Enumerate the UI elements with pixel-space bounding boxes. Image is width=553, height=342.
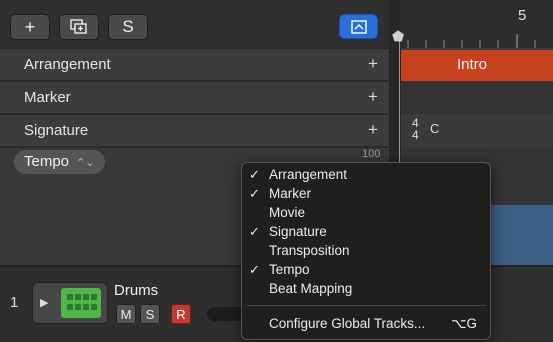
tempo-scale-value: 100 <box>362 148 381 160</box>
drum-machine-icon <box>61 288 101 318</box>
global-tracks-context-menu: ✓ Arrangement ✓ Marker Movie ✓ Signature… <box>241 162 491 340</box>
tempo-selector[interactable]: Tempo ⌃⌄ <box>14 150 105 174</box>
add-icon[interactable]: + <box>364 121 382 139</box>
region-highlight <box>491 205 553 265</box>
key-signature: C <box>430 121 440 136</box>
menu-item-shortcut: ⌥G <box>451 316 478 331</box>
checkmark-icon: ✓ <box>249 167 260 182</box>
playhead-icon[interactable]: ⬟ <box>392 28 404 45</box>
chevron-updown-icon: ⌃⌄ <box>76 157 95 169</box>
menu-item-label: Configure Global Tracks... <box>269 316 426 331</box>
menu-item-marker[interactable]: ✓ Marker <box>242 186 490 205</box>
solo-button[interactable]: S <box>140 304 160 324</box>
ruler-ticks <box>407 34 536 48</box>
menu-item-label: Arrangement <box>269 167 348 182</box>
menu-item-signature[interactable]: ✓ Signature <box>242 224 490 243</box>
duplicate-track-button[interactable] <box>59 14 99 40</box>
global-track-arrangement[interactable]: Arrangement + <box>0 48 390 80</box>
menu-item-label: Marker <box>269 186 312 201</box>
menu-item-label: Movie <box>269 205 306 220</box>
arrangement-region-label: Intro <box>457 56 488 73</box>
mute-button[interactable]: M <box>116 304 136 324</box>
show-global-tracks-button[interactable]: S <box>108 14 148 40</box>
menu-item-label: Transposition <box>269 243 350 258</box>
menu-separator <box>246 305 486 306</box>
window-icon <box>350 19 367 34</box>
menu-item-label: Tempo <box>269 262 310 277</box>
menu-item-transposition[interactable]: Transposition <box>242 243 490 262</box>
add-icon[interactable]: + <box>364 55 382 73</box>
bar-number: 5 <box>518 7 527 24</box>
checkmark-icon: ✓ <box>249 186 260 201</box>
checkmark-icon: ✓ <box>249 224 260 239</box>
menu-item-configure-global-tracks[interactable]: Configure Global Tracks... ⌥G <box>242 316 490 335</box>
duplicate-icon <box>70 19 87 34</box>
track-number: 1 <box>10 294 19 311</box>
menu-item-beat-mapping[interactable]: Beat Mapping <box>242 281 490 300</box>
menu-item-tempo[interactable]: ✓ Tempo <box>242 262 490 281</box>
tempo-selector-label: Tempo <box>24 153 70 170</box>
add-icon[interactable]: + <box>364 88 382 106</box>
menu-item-movie[interactable]: Movie <box>242 205 490 224</box>
record-enable-button[interactable]: R <box>171 304 191 324</box>
track-name[interactable]: Drums <box>114 282 158 299</box>
global-track-label: Marker <box>24 89 71 106</box>
menu-item-arrangement[interactable]: ✓ Arrangement <box>242 167 490 186</box>
global-track-label: Signature <box>24 122 89 139</box>
time-signature-denominator: 4 <box>412 128 419 142</box>
add-track-button[interactable]: + <box>10 14 50 40</box>
marker-lane <box>401 81 553 114</box>
catch-view-button[interactable] <box>339 14 378 39</box>
menu-item-label: Beat Mapping <box>269 281 353 296</box>
signature-lane <box>401 114 553 147</box>
global-track-label: Arrangement <box>24 56 111 73</box>
global-track-signature[interactable]: Signature + <box>0 114 390 146</box>
disclosure-triangle-icon[interactable]: ▶ <box>40 296 48 309</box>
global-track-marker[interactable]: Marker + <box>0 81 390 113</box>
checkmark-icon: ✓ <box>249 262 260 277</box>
menu-item-label: Signature <box>269 224 327 239</box>
